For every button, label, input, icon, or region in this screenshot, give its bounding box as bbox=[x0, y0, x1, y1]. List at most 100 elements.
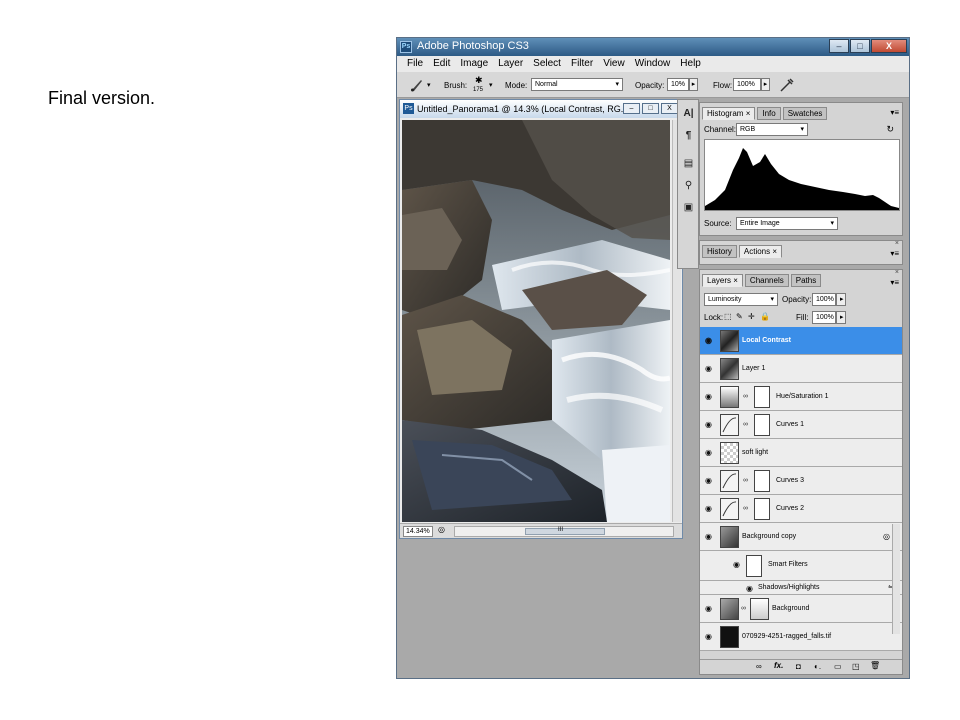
refresh-icon[interactable]: ↻ bbox=[886, 124, 894, 135]
tab-close-icon[interactable]: × bbox=[733, 276, 738, 285]
opacity-field[interactable]: 10% bbox=[667, 78, 689, 91]
visibility-eye-icon[interactable]: ◉ bbox=[705, 504, 714, 513]
opacity-arrow-icon[interactable]: ▸ bbox=[689, 78, 698, 91]
layers-scrollbar[interactable] bbox=[892, 524, 900, 634]
visibility-eye-icon[interactable]: ◉ bbox=[705, 336, 714, 345]
panel-menu-icon[interactable]: ▾≡ bbox=[890, 278, 899, 287]
panel-close-icon[interactable]: × bbox=[895, 240, 899, 247]
close-button[interactable]: X bbox=[871, 39, 907, 53]
flow-field[interactable]: 100% bbox=[733, 78, 761, 91]
character-panel-icon[interactable]: A| bbox=[681, 106, 696, 121]
link-chain-icon[interactable]: ∞ bbox=[743, 505, 748, 512]
layer-curves-2[interactable]: ◉ ∞ Curves 2 bbox=[700, 495, 902, 523]
visibility-eye-icon[interactable]: ◉ bbox=[705, 604, 714, 613]
filter-shadows-highlights[interactable]: ◉ Shadows/Highlights ⇋ bbox=[700, 581, 902, 595]
lock-image-icon[interactable]: ✎ bbox=[736, 312, 743, 321]
lock-transparent-icon[interactable]: ⬚ bbox=[724, 312, 732, 321]
menu-view[interactable]: View bbox=[598, 56, 630, 72]
source-select[interactable]: Entire Image ▾ bbox=[736, 217, 838, 230]
layer-background[interactable]: ◉ ∞ Background bbox=[700, 595, 902, 623]
lock-all-icon[interactable]: 🔒 bbox=[760, 312, 770, 321]
flow-arrow-icon[interactable]: ▸ bbox=[761, 78, 770, 91]
tool-presets-icon[interactable]: ▣ bbox=[681, 200, 696, 215]
horizontal-scrollbar[interactable]: III bbox=[454, 526, 674, 537]
doc-close-button[interactable]: X bbox=[661, 103, 678, 114]
visibility-eye-icon[interactable]: ◉ bbox=[705, 364, 714, 373]
visibility-eye-icon[interactable]: ◉ bbox=[733, 560, 742, 569]
paragraph-panel-icon[interactable]: ¶ bbox=[681, 128, 696, 143]
maximize-button[interactable]: □ bbox=[850, 39, 870, 53]
tab-info[interactable]: Info bbox=[757, 107, 781, 120]
channel-select[interactable]: RGB ▾ bbox=[736, 123, 808, 136]
brush-dropdown-icon[interactable]: ▾ bbox=[489, 81, 493, 89]
panel-close-icon[interactable]: × bbox=[895, 269, 899, 276]
tab-layers[interactable]: Layers × bbox=[702, 274, 743, 287]
layer-background-copy[interactable]: ◉ Background copy ◎ bbox=[700, 523, 902, 551]
link-chain-icon[interactable]: ∞ bbox=[741, 605, 746, 612]
tab-history[interactable]: History bbox=[702, 245, 737, 258]
layer-curves-1[interactable]: ◉ ∞ Curves 1 bbox=[700, 411, 902, 439]
add-mask-icon[interactable]: ◘ bbox=[796, 662, 801, 671]
layer-local-contrast[interactable]: ◉ Local Contrast bbox=[700, 327, 902, 355]
zoom-field[interactable]: 14.34% bbox=[403, 526, 433, 537]
menu-edit[interactable]: Edit bbox=[428, 56, 455, 72]
opacity-slider-icon[interactable]: ▸ bbox=[836, 293, 846, 306]
doc-maximize-button[interactable]: □ bbox=[642, 103, 659, 114]
smart-filter-icon[interactable]: ◎ bbox=[883, 532, 890, 541]
visibility-eye-icon[interactable]: ◉ bbox=[746, 584, 755, 593]
mode-select[interactable]: Normal ▾ bbox=[531, 78, 623, 91]
menu-filter[interactable]: Filter bbox=[566, 56, 598, 72]
image-canvas[interactable] bbox=[402, 120, 670, 522]
tab-paths[interactable]: Paths bbox=[790, 274, 822, 287]
trash-icon[interactable]: 🗑 bbox=[870, 661, 880, 670]
smart-filters-row[interactable]: ◉ Smart Filters bbox=[700, 551, 902, 581]
link-layers-icon[interactable]: ∞ bbox=[756, 662, 762, 671]
scroll-thumb[interactable]: III bbox=[525, 527, 605, 535]
layer-soft-light[interactable]: ◉ soft light bbox=[700, 439, 902, 467]
tab-close-icon[interactable]: × bbox=[746, 109, 751, 118]
layer-hue-saturation-1[interactable]: ◉ ∞ Hue/Saturation 1 bbox=[700, 383, 902, 411]
link-chain-icon[interactable]: ∞ bbox=[743, 421, 748, 428]
doc-minimize-button[interactable]: – bbox=[623, 103, 640, 114]
brush-tool-icon[interactable] bbox=[409, 77, 425, 93]
menu-window[interactable]: Window bbox=[630, 56, 676, 72]
menu-help[interactable]: Help bbox=[675, 56, 706, 72]
visibility-eye-icon[interactable]: ◉ bbox=[705, 476, 714, 485]
visibility-eye-icon[interactable]: ◉ bbox=[705, 632, 714, 641]
minimize-button[interactable]: – bbox=[829, 39, 849, 53]
visibility-eye-icon[interactable]: ◉ bbox=[705, 448, 714, 457]
tab-actions[interactable]: Actions × bbox=[738, 245, 783, 258]
status-info-icon[interactable]: ◎ bbox=[438, 525, 445, 534]
layer-opacity-field[interactable]: 100% bbox=[812, 293, 836, 306]
visibility-eye-icon[interactable]: ◉ bbox=[705, 420, 714, 429]
new-group-icon[interactable]: ▭ bbox=[834, 662, 842, 671]
visibility-eye-icon[interactable]: ◉ bbox=[705, 392, 714, 401]
tool-preset-dropdown-icon[interactable]: ▾ bbox=[427, 81, 431, 89]
menu-layer[interactable]: Layer bbox=[493, 56, 528, 72]
new-layer-icon[interactable]: ◳ bbox=[852, 662, 860, 671]
layer-curves-3[interactable]: ◉ ∞ Curves 3 bbox=[700, 467, 902, 495]
lock-position-icon[interactable]: ✛ bbox=[748, 312, 755, 321]
tab-channels[interactable]: Channels bbox=[744, 274, 789, 287]
brush-tip-icon[interactable]: ✱ bbox=[475, 75, 483, 86]
menu-image[interactable]: Image bbox=[455, 56, 493, 72]
tab-swatches[interactable]: Swatches bbox=[782, 107, 828, 120]
fill-field[interactable]: 100% bbox=[812, 311, 836, 324]
panel-menu-icon[interactable]: ▾≡ bbox=[890, 108, 899, 117]
brushes-panel-icon[interactable]: ⚲ bbox=[681, 178, 696, 193]
menu-file[interactable]: File bbox=[402, 56, 428, 72]
navigator-panel-icon[interactable]: ▤ bbox=[681, 156, 696, 171]
fill-slider-icon[interactable]: ▸ bbox=[836, 311, 846, 324]
visibility-eye-icon[interactable]: ◉ bbox=[705, 532, 714, 541]
panel-menu-icon[interactable]: ▾≡ bbox=[890, 249, 899, 258]
fx-icon[interactable]: fx. bbox=[774, 661, 783, 670]
adjustment-layer-icon[interactable]: ◐. bbox=[814, 662, 821, 671]
tab-histogram[interactable]: Histogram × bbox=[702, 107, 756, 120]
menu-select[interactable]: Select bbox=[528, 56, 566, 72]
link-chain-icon[interactable]: ∞ bbox=[743, 393, 748, 400]
tab-close-icon[interactable]: × bbox=[772, 247, 777, 256]
layer-layer-1[interactable]: ◉ Layer 1 bbox=[700, 355, 902, 383]
blend-mode-select[interactable]: Luminosity ▾ bbox=[704, 293, 778, 306]
link-chain-icon[interactable]: ∞ bbox=[743, 477, 748, 484]
layer-source-tif[interactable]: ◉ 070929-4251-ragged_falls.tif bbox=[700, 623, 902, 651]
